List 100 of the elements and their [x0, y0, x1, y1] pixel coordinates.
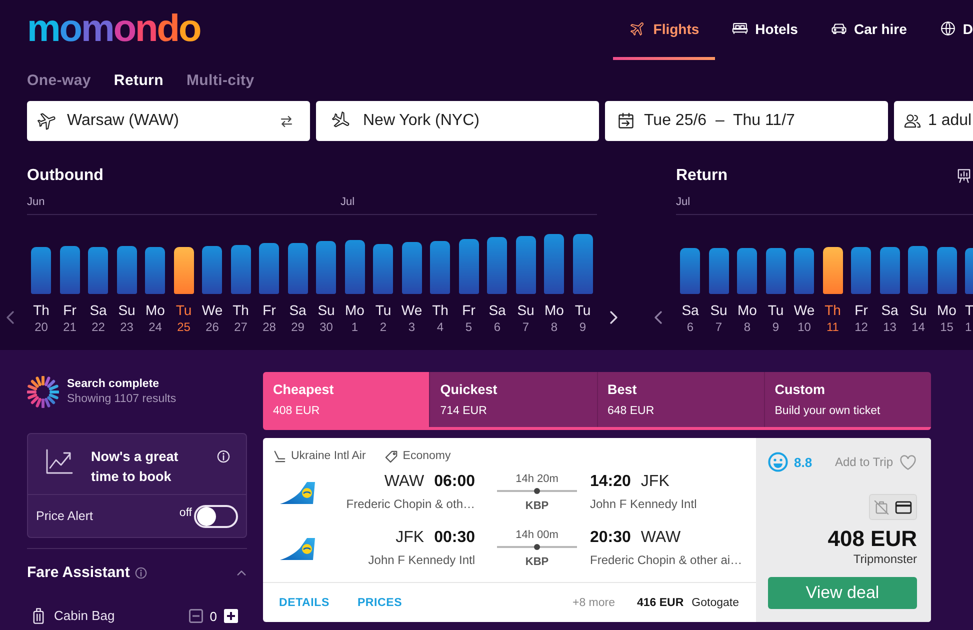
price-bar[interactable] — [288, 243, 308, 294]
price-bar[interactable] — [116, 246, 137, 294]
date-label: 10 — [798, 319, 811, 335]
arrival-time: 20:30 — [590, 528, 631, 548]
origin-field[interactable]: Warsaw (WAW) — [27, 101, 310, 141]
progress-ring-icon — [27, 376, 59, 408]
date-label: 1 — [965, 319, 972, 335]
date-label: 7 — [522, 319, 530, 335]
duration-text: 14h 20m — [516, 472, 558, 486]
price-bar[interactable] — [516, 236, 536, 294]
price-bar[interactable] — [737, 248, 758, 294]
chevron-left-icon[interactable] — [6, 311, 14, 324]
airline-logo-icon — [280, 537, 316, 561]
price-bar[interactable] — [572, 234, 593, 294]
day-label: Th — [33, 301, 50, 319]
date-field[interactable]: Tue 25/6 – Thu 11/7 — [605, 101, 888, 141]
chart-board-icon[interactable] — [957, 168, 971, 184]
date-label: 5 — [465, 319, 472, 335]
trip-type-tab[interactable]: One-way — [27, 72, 91, 88]
price-bar[interactable] — [259, 243, 280, 294]
price-bar[interactable] — [544, 234, 564, 294]
stopover-code: KBP — [525, 555, 549, 569]
price-bar[interactable] — [402, 242, 422, 294]
alternative-price: 416 EUR — [637, 596, 684, 608]
sort-tab[interactable]: Best 648 EUR — [596, 372, 764, 427]
smiley-icon — [768, 452, 788, 472]
travellers-field[interactable]: 1 adul — [894, 101, 973, 141]
date-label: 22 — [92, 319, 105, 335]
globe-icon — [938, 20, 957, 37]
day-label: Su — [517, 301, 534, 319]
date-label: 6 — [494, 319, 501, 335]
price-bar[interactable] — [680, 248, 700, 294]
month-label: Jul — [340, 195, 355, 209]
destination-field[interactable]: New York (NYC) — [316, 101, 599, 141]
provider-name: Gotogate — [692, 596, 739, 608]
price-bar[interactable] — [822, 247, 843, 294]
airline-logo-icon — [280, 481, 316, 505]
more-deals-link[interactable]: +8 more — [572, 596, 615, 608]
trip-type-tab[interactable]: Return — [114, 72, 164, 88]
day-label: Su — [910, 301, 927, 319]
price-bar[interactable] — [936, 247, 957, 294]
price-bar[interactable] — [794, 248, 814, 294]
price-bar[interactable] — [373, 244, 394, 294]
price-bar[interactable] — [766, 248, 786, 294]
swap-icon[interactable] — [279, 114, 294, 128]
day-label: We — [794, 301, 815, 319]
date-label: 12 — [854, 319, 868, 335]
price-bar[interactable] — [908, 246, 928, 294]
trip-type-tab[interactable]: Multi-city — [186, 72, 254, 88]
price-bar[interactable] — [174, 247, 194, 294]
date-label: 4 — [436, 319, 444, 335]
chevron-up-icon[interactable] — [237, 570, 246, 576]
sort-tab[interactable]: Custom Build your own ticket — [764, 372, 931, 427]
rating-score: 8.8 — [794, 454, 812, 470]
price-bar[interactable] — [344, 240, 365, 294]
info-icon[interactable] — [134, 567, 147, 579]
minus-icon[interactable] — [188, 609, 203, 623]
price-bar[interactable] — [88, 247, 108, 294]
day-label: Tu — [574, 301, 591, 319]
nav-tab[interactable]: Hotels — [715, 0, 814, 60]
airport-code: WAW — [640, 528, 681, 548]
price-alert-toggle[interactable] — [194, 504, 238, 528]
date-label: 7 — [715, 319, 722, 335]
arrival-time: 14:20 — [590, 472, 631, 492]
deal-price: 408 EUR — [828, 526, 917, 552]
price-bar[interactable] — [202, 246, 222, 294]
date-label: 1 — [351, 319, 358, 335]
people-icon — [903, 112, 922, 130]
day-label: Th — [232, 301, 249, 319]
price-bar[interactable] — [851, 247, 872, 294]
price-bar[interactable] — [316, 241, 336, 294]
month-label: Jun — [27, 195, 45, 209]
day-label: We — [401, 301, 422, 319]
day-label: Mo — [937, 301, 956, 319]
sort-tab[interactable]: Quickest 714 EUR — [429, 372, 596, 427]
day-label: Fr — [63, 301, 76, 319]
tag-icon — [384, 450, 398, 462]
chevron-left-icon[interactable] — [654, 311, 662, 324]
status-subtitle: Showing 1107 results — [67, 392, 176, 407]
price-bar[interactable] — [145, 247, 166, 294]
price-bar[interactable] — [230, 245, 251, 294]
price-bar[interactable] — [487, 237, 508, 294]
price-bar[interactable] — [458, 239, 479, 294]
plus-icon[interactable] — [224, 609, 238, 623]
card-icon — [895, 500, 912, 514]
day-label: Tu — [176, 301, 192, 319]
nav-tab[interactable]: D — [922, 0, 973, 60]
day-label: T — [965, 301, 973, 319]
price-bar[interactable] — [708, 248, 729, 294]
count-value: 0 — [210, 608, 217, 624]
nav-tab[interactable]: Car hire — [814, 0, 923, 60]
price-bar[interactable] — [60, 246, 80, 294]
day-label: Mo — [146, 301, 165, 319]
chevron-right-icon[interactable] — [610, 311, 618, 324]
date-label: 26 — [206, 319, 219, 335]
site-logo[interactable]: momondo — [27, 8, 200, 48]
price-bar[interactable] — [31, 247, 52, 294]
price-bar[interactable] — [430, 241, 450, 294]
price-bar[interactable] — [880, 247, 900, 294]
day-label: Sa — [488, 301, 506, 319]
